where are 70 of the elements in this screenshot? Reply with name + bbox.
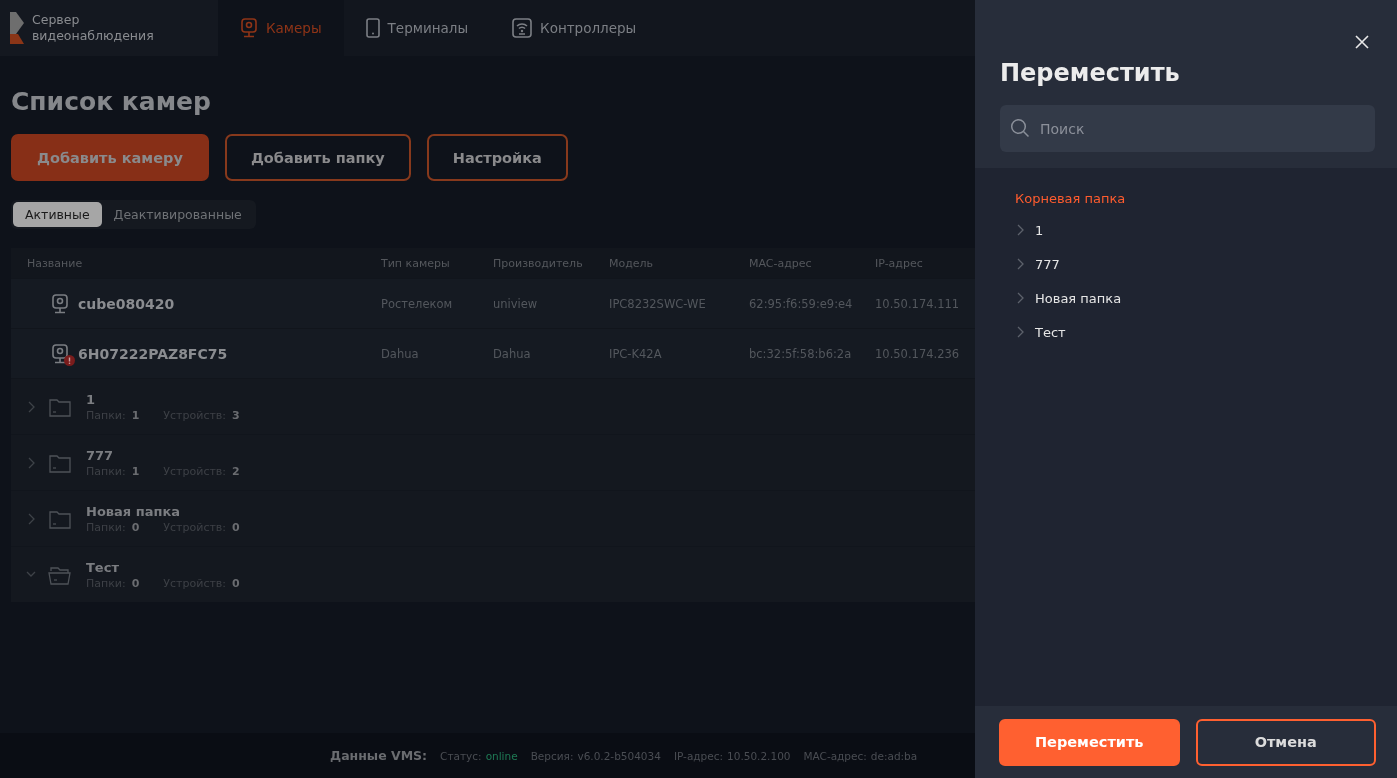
device-count: 0 [232, 576, 240, 590]
table-row[interactable]: 6H07222PAZ8FC75 Dahua Dahua IPC-K42A bc:32:5f:58:b6:2a 10.50.174.236 [11, 328, 975, 378]
column-header: MAC-адрес [749, 256, 813, 270]
folder-name: 777 [86, 447, 115, 463]
status-label: IP-адрес: [673, 749, 724, 762]
filter-tab[interactable]: Деактивированные [101, 202, 254, 227]
column-header: Производитель [493, 256, 584, 270]
folder-icon [48, 508, 72, 529]
camera-icon [240, 18, 258, 38]
table-row[interactable]: cube080420 Ростелеком uniview IPC8232SWC-WE 62:95:f6:59:e9:e4 10.50.174.111 [11, 278, 975, 328]
table-cell-text: Dahua [493, 346, 532, 361]
column-header: IP-адрес [875, 256, 924, 270]
page-title: Список камер [11, 86, 212, 118]
logo-text: Сервер видеонаблюдения [32, 12, 155, 44]
search-field[interactable]: Поиск [1000, 105, 1375, 152]
open-folder-icon [48, 564, 72, 585]
tree-item[interactable]: 1 [1035, 222, 1044, 238]
tree-item[interactable]: Новая папка [1035, 290, 1122, 306]
folder-count: 1 [131, 464, 140, 478]
folder-name: 1 [86, 391, 97, 407]
tree-item[interactable]: 777 [1035, 256, 1060, 272]
tree-item[interactable]: Тест [1035, 324, 1066, 340]
folder-name: Тест [86, 559, 120, 575]
drawer-title: Переместить [1000, 58, 1181, 89]
device-count: 2 [232, 464, 240, 478]
tablet-icon [365, 18, 380, 38]
table-cell-text: 10.50.174.236 [875, 346, 961, 361]
column-header: Тип камеры [381, 256, 451, 270]
close-button[interactable] [1353, 33, 1371, 51]
status-value: de:ad:ba [870, 749, 918, 762]
status-value: 10.50.2.100 [727, 749, 791, 762]
table-cell-text: 10.50.174.111 [875, 296, 961, 311]
move-button[interactable]: Переместить [999, 718, 1180, 766]
filter-tab[interactable]: Активные [13, 202, 102, 227]
table-cell-text: IPC8232SWC-WE [609, 296, 707, 311]
folder-name: Новая папка [86, 503, 181, 519]
folder-count: 1 [131, 408, 140, 422]
nav-tab[interactable]: Терминалы [343, 0, 491, 56]
nav-tab[interactable]: Контроллеры [490, 0, 659, 56]
device-count: 3 [232, 408, 240, 422]
status-bar-label: Данные VMS: [330, 748, 428, 763]
table-cell-text: bc:32:5f:58:b6:2a [749, 346, 853, 361]
table-cell-text: Ростелеком [381, 296, 454, 311]
wifi-device-icon [512, 18, 533, 38]
column-header: Модель [609, 256, 655, 270]
table-cell-text: IPC-K42A [609, 346, 663, 361]
cancel-button[interactable]: Отмена [1195, 718, 1376, 766]
camera-icon [51, 293, 69, 314]
tree-item[interactable]: Корневая папка [1015, 191, 1126, 213]
status-value: v6.0.2-b504034 [577, 749, 661, 762]
column-header: Название [27, 256, 84, 270]
close-icon [1355, 35, 1369, 49]
logo-icon [10, 12, 24, 44]
folder-count: 0 [131, 520, 140, 534]
folder-icon [48, 396, 72, 417]
folder-icon [48, 452, 72, 473]
action-button[interactable]: Добавить папку [224, 134, 411, 181]
device-count: 0 [232, 520, 240, 534]
camera-name: cube080420 [78, 295, 175, 312]
status-label: Версия: [530, 749, 574, 762]
action-button[interactable]: Настройка [426, 134, 568, 181]
camera-name: 6H07222PAZ8FC75 [78, 345, 228, 362]
table-cell-text: uniview [493, 296, 539, 311]
status-label: MAC-адрес: [803, 749, 867, 762]
camera-icon [51, 343, 69, 364]
status-value: online [485, 749, 518, 762]
folder-count: 0 [131, 576, 140, 590]
table-cell-text: 62:95:f6:59:e9:e4 [749, 296, 854, 311]
table-cell-text: Dahua [381, 346, 420, 361]
status-label: Статус: [440, 749, 482, 762]
